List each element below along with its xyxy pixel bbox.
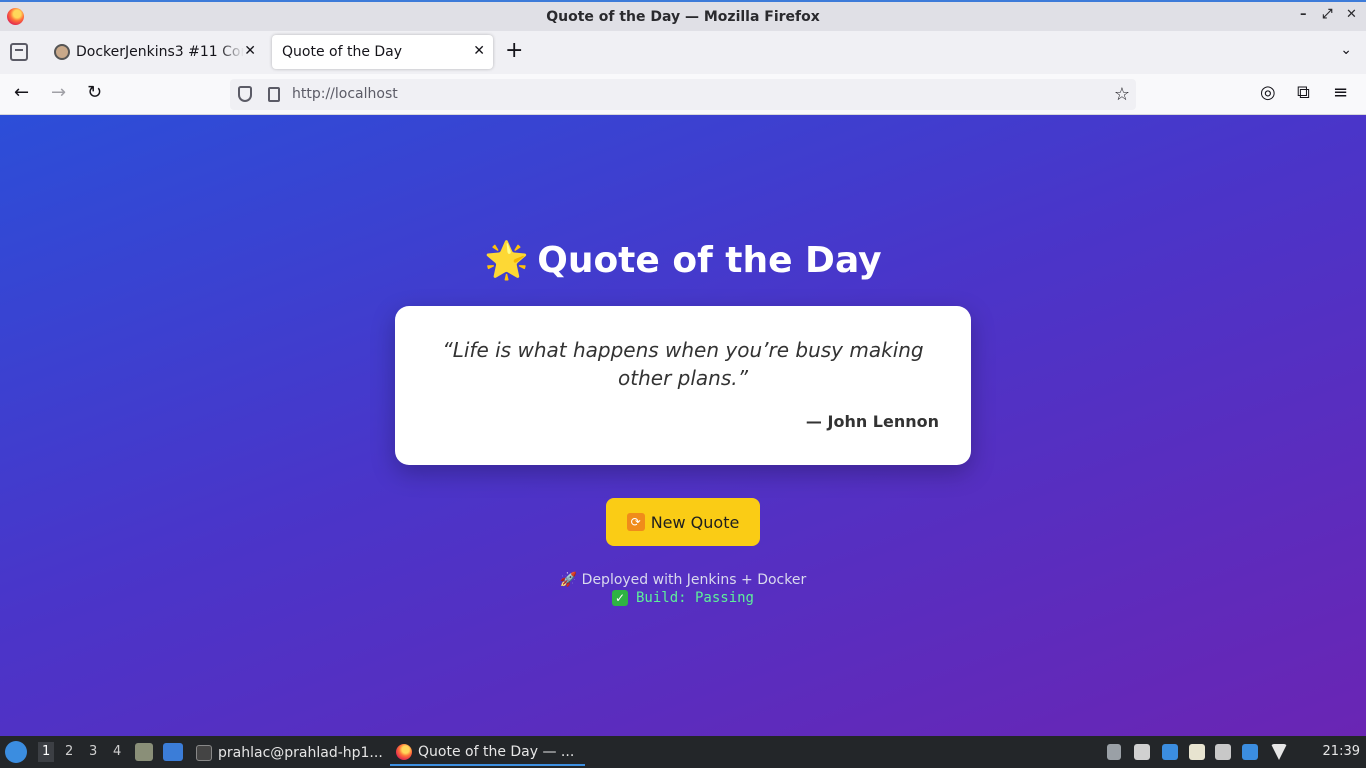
- close-tab-icon[interactable]: ✕: [473, 43, 485, 59]
- desktop-icon[interactable]: [163, 743, 183, 761]
- tab-bar: DockerJenkins3 #11 Cons ✕ Quote of the D…: [0, 31, 1366, 74]
- deploy-note: 🚀 Deployed with Jenkins + Docker: [559, 572, 807, 588]
- task-firefox[interactable]: Quote of the Day — ...: [390, 740, 585, 766]
- new-tab-button[interactable]: +: [505, 40, 523, 62]
- firefox-icon: [396, 744, 412, 760]
- minimize-button[interactable]: –: [1300, 7, 1307, 22]
- workspace-3[interactable]: 3: [89, 744, 97, 759]
- notification-icon[interactable]: [1242, 744, 1258, 760]
- clock: 21:39: [1322, 744, 1360, 759]
- star-emoji-icon: 🌟: [484, 240, 530, 281]
- tab-label: Quote of the Day: [282, 44, 403, 60]
- url-text[interactable]: http://localhost: [292, 86, 398, 102]
- app-launcher-icon[interactable]: [5, 741, 27, 763]
- bookmark-star-icon[interactable]: ☆: [1114, 84, 1130, 105]
- repeat-icon: ⟳: [626, 513, 645, 531]
- window-titlebar: Quote of the Day — Mozilla Firefox – ⤢ ✕: [0, 0, 1366, 31]
- account-icon[interactable]: ◎: [1260, 82, 1276, 103]
- task-terminal[interactable]: prahlac@prahlad-hp1...: [196, 740, 383, 766]
- app-menu-icon[interactable]: ≡: [1333, 82, 1348, 103]
- url-bar[interactable]: http://localhost ☆: [230, 79, 1136, 110]
- page-content: 🌟 Quote of the Day “Life is what happens …: [0, 115, 1366, 736]
- new-quote-label: New Quote: [650, 512, 740, 532]
- maximize-button[interactable]: ⤢: [1322, 7, 1332, 22]
- close-tab-icon[interactable]: ✕: [244, 43, 256, 59]
- close-window-button[interactable]: ✕: [1346, 7, 1357, 22]
- workspace-1[interactable]: 1: [38, 742, 55, 762]
- reload-button[interactable]: ↻: [87, 83, 102, 103]
- upload-tray-icon[interactable]: [1107, 744, 1121, 760]
- build-status: ✓ Build: Passing: [0, 590, 1366, 606]
- quote-author: — John Lennon: [805, 412, 939, 431]
- task-label: Quote of the Day — ...: [418, 744, 575, 760]
- file-manager-icon[interactable]: [135, 743, 153, 761]
- clipboard-icon[interactable]: [1189, 744, 1205, 760]
- update-icon[interactable]: [1162, 744, 1178, 760]
- tab-label: DockerJenkins3 #11 Cons: [76, 44, 244, 60]
- quote-card: “Life is what happens when you’re busy m…: [395, 306, 971, 465]
- window-title: Quote of the Day — Mozilla Firefox: [546, 8, 820, 25]
- tab-quote-of-the-day[interactable]: Quote of the Day ✕: [272, 35, 493, 69]
- tab-dockerjenkins[interactable]: DockerJenkins3 #11 Cons ✕: [44, 35, 264, 69]
- workspace-4[interactable]: 4: [113, 744, 121, 759]
- volume-icon[interactable]: [1134, 744, 1150, 760]
- tracking-protection-icon[interactable]: [238, 86, 252, 102]
- extensions-icon[interactable]: ⧉: [1297, 82, 1310, 103]
- wifi-icon[interactable]: [1271, 744, 1287, 760]
- firefox-view-icon[interactable]: [10, 43, 28, 61]
- page-title-text: Quote of the Day: [537, 240, 882, 281]
- page-info-icon[interactable]: [268, 87, 280, 102]
- list-all-tabs-icon[interactable]: ⌄: [1340, 42, 1352, 58]
- taskbar: 1 2 3 4 prahlac@prahlad-hp1... Quote of …: [0, 736, 1366, 768]
- check-mark-icon: ✓: [611, 590, 628, 606]
- navigation-bar: ← → ↻ http://localhost ☆ ◎ ⧉ ≡: [0, 74, 1366, 115]
- battery-icon[interactable]: [1215, 744, 1231, 760]
- page-title: 🌟 Quote of the Day: [0, 239, 1366, 281]
- terminal-icon: [196, 745, 212, 761]
- workspace-2[interactable]: 2: [65, 744, 73, 759]
- new-quote-button[interactable]: ⟳ New Quote: [606, 498, 760, 546]
- forward-button[interactable]: →: [51, 83, 66, 103]
- back-button[interactable]: ←: [14, 83, 29, 103]
- build-status-text: Build: Passing: [635, 590, 754, 606]
- jenkins-favicon-icon: [54, 44, 70, 60]
- task-label: prahlac@prahlad-hp1...: [218, 745, 383, 761]
- quote-text: “Life is what happens when you’re busy m…: [442, 338, 924, 390]
- firefox-logo-icon: [7, 8, 24, 25]
